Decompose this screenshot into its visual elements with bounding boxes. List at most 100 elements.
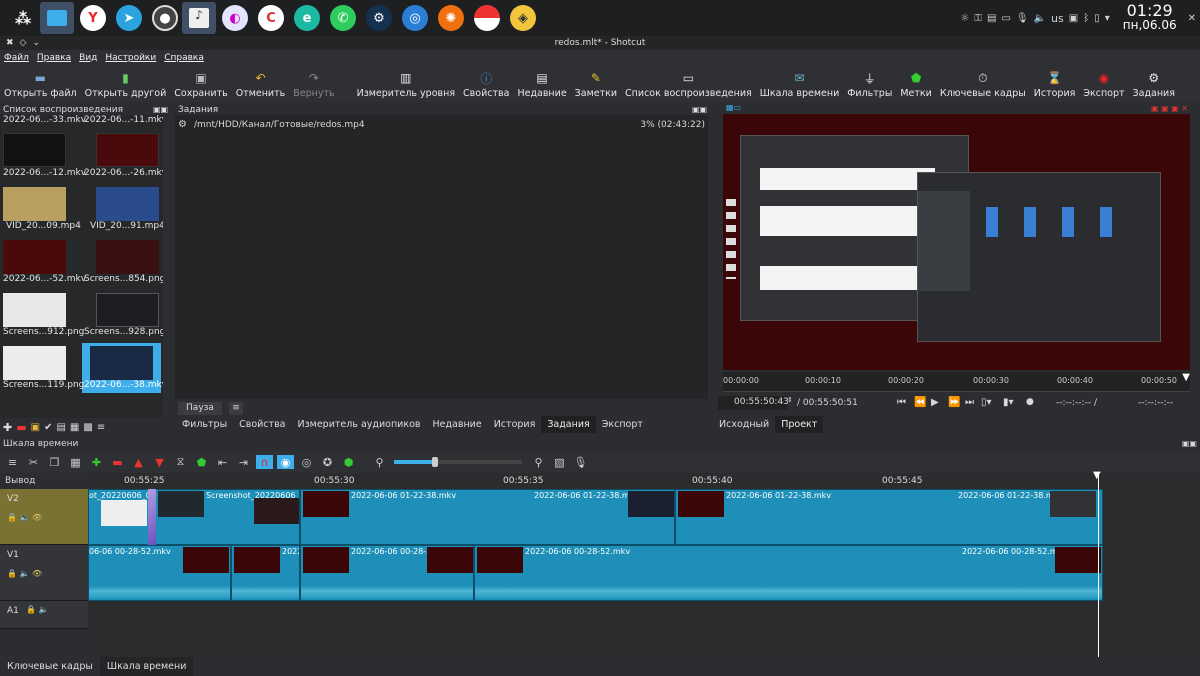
playlist-item-label[interactable]: Screens...854.png xyxy=(84,274,163,284)
ripple-icon[interactable]: ◎ xyxy=(298,455,315,469)
tab-properties[interactable]: Свойства xyxy=(233,416,291,433)
timeline-clip[interactable]: 06-06 00-28-52.mkv xyxy=(88,545,231,601)
properties-button[interactable]: ⓘ Свойства xyxy=(463,71,509,100)
playlist-item-label[interactable]: 2022-06...-52.mkv xyxy=(3,274,86,284)
ripple-markers-icon[interactable]: ⬢ xyxy=(340,455,357,469)
playlist-item-label[interactable]: 2022-06...-26.mkv xyxy=(84,168,163,178)
network-tool-icon[interactable]: ◎ xyxy=(402,5,428,31)
grid-icon[interactable]: ▦▭ xyxy=(726,103,741,112)
timeline-menu-icon[interactable]: ≡ xyxy=(4,455,21,469)
playlist-thumb[interactable] xyxy=(3,187,66,221)
play-icon[interactable]: ▶ xyxy=(931,397,939,408)
tray-expand-icon[interactable]: ▾ xyxy=(1105,13,1110,24)
keyframes-button[interactable]: ⏱ Ключевые кадры xyxy=(940,71,1026,100)
video-preview[interactable] xyxy=(723,114,1190,370)
taskbar-files-app[interactable] xyxy=(40,2,74,34)
snap-icon[interactable]: ∩ xyxy=(256,455,273,469)
jobs-dock-icon[interactable]: ▣▣ xyxy=(692,105,707,115)
overwrite-icon[interactable]: ▼ xyxy=(151,455,168,469)
network-icon[interactable]: ▣ xyxy=(1069,13,1078,24)
level-meter-button[interactable]: ▥ Измеритель уровня xyxy=(357,71,455,99)
timeline-playhead[interactable] xyxy=(1098,473,1099,657)
player-ruler[interactable]: 00:00:00 00:00:10 00:00:20 00:00:30 00:0… xyxy=(723,372,1190,392)
window-menu-icon[interactable]: ⌄ xyxy=(32,38,40,48)
skip-next-icon[interactable]: ⏭ xyxy=(965,397,974,408)
tab-keyframes[interactable]: Ключевые кадры xyxy=(0,657,100,676)
playlist-thumb[interactable] xyxy=(96,240,159,274)
filters-button[interactable]: ⏚ Фильтры xyxy=(847,71,892,100)
playhead-icon[interactable]: ▼ xyxy=(1182,372,1190,383)
track-header-v1[interactable]: V1 🔒 🔈 👁 xyxy=(0,545,88,601)
lift-icon[interactable]: ▲ xyxy=(130,455,147,469)
tab-audio-peak-meter[interactable]: Измеритель аудиопиков xyxy=(292,416,427,433)
tab-source[interactable]: Исходный xyxy=(713,416,775,433)
jobs-button[interactable]: ⚙ Задания xyxy=(1133,71,1175,99)
brightness-icon[interactable]: ☼ xyxy=(960,13,969,24)
krita-icon[interactable]: ◐ xyxy=(222,5,248,31)
playlist-thumb[interactable] xyxy=(3,293,66,327)
fast-forward-icon[interactable]: ⏩ xyxy=(948,397,960,408)
open-other-button[interactable]: ▮ Открыть другой xyxy=(85,71,167,99)
keyboard-layout[interactable]: us xyxy=(1051,12,1064,25)
timeline-clip[interactable]: 2022-06-06 01-22-38.mkv 2022-06-06 01-22-… xyxy=(300,489,675,545)
next-marker-icon[interactable]: ⇥ xyxy=(235,455,252,469)
playlist-button[interactable]: ▭ Список воспроизведения xyxy=(625,71,752,99)
paste-icon[interactable]: ▦ xyxy=(67,455,84,469)
playlist-item-label[interactable]: 2022-06...-33.mkv xyxy=(3,115,86,125)
playlist-item-label[interactable]: Screens...119.png xyxy=(3,380,84,390)
steam-icon[interactable]: ⚙ xyxy=(366,5,392,31)
menu-edit[interactable]: Правка xyxy=(37,53,71,63)
time-spinner-icon[interactable]: ⇕ xyxy=(787,396,793,404)
whatsapp-icon[interactable]: ✆ xyxy=(330,5,356,31)
job-path[interactable]: /mnt/HDD/Канал/Готовые/redos.mp4 xyxy=(194,120,365,130)
window-close-icon[interactable]: ✖ xyxy=(6,38,14,48)
clipboard-icon[interactable]: ▭ xyxy=(1001,13,1010,24)
current-time-field[interactable]: 00:55:50:43 xyxy=(718,396,789,410)
view-icons-icon[interactable]: ▩ xyxy=(83,422,92,433)
zoom-out-icon[interactable]: ⚲ xyxy=(371,455,388,469)
yandex-browser-icon[interactable]: Y xyxy=(80,5,106,31)
record-audio-icon[interactable]: 🎙 xyxy=(572,455,589,469)
tab-jobs[interactable]: Задания xyxy=(541,416,596,433)
telegram-icon[interactable]: ➤ xyxy=(116,5,142,31)
playlist-thumb[interactable] xyxy=(96,293,159,327)
track-header-v2[interactable]: V2 🔒 🔈 👁 xyxy=(0,489,88,545)
playlist-item-label[interactable]: VID_20...09.mp4 xyxy=(6,221,81,231)
previous-marker-icon[interactable]: ⇤ xyxy=(214,455,231,469)
timeline-clip[interactable]: ot_20220606_012 xyxy=(88,489,151,545)
close-desktop-icon[interactable]: ✕ xyxy=(1188,13,1196,24)
menu-settings[interactable]: Настройки xyxy=(105,53,156,63)
timeline-clip[interactable]: 2022-06-06 01-22-38.mkv 2022-06-06 01-22-… xyxy=(675,489,1103,545)
playlist-menu-icon[interactable]: ≡ xyxy=(97,422,105,433)
playlist-item-label[interactable]: Screens...928.png xyxy=(84,327,163,337)
timeline-dock-icon[interactable]: ▣▣ xyxy=(1182,439,1197,448)
playhead-marker-icon[interactable]: ▼ xyxy=(1093,470,1101,481)
transition-marker[interactable] xyxy=(148,489,156,545)
playlist-dock-icon[interactable]: ▣▣ xyxy=(153,105,168,115)
jobs-pause-button[interactable]: Пауза xyxy=(178,402,222,415)
playlist-thumb[interactable] xyxy=(90,346,153,380)
lock-icon[interactable]: ⚿ xyxy=(974,13,982,24)
rewind-icon[interactable]: ⏪ xyxy=(914,397,926,408)
playlist-thumb[interactable] xyxy=(96,187,159,221)
microsoft-edge-dev-icon[interactable]: e xyxy=(294,5,320,31)
add-icon[interactable]: ✚ xyxy=(3,421,12,434)
playlist-item-label[interactable]: VID_20...91.mp4 xyxy=(90,221,163,231)
zoom-fit-icon[interactable]: ▧ xyxy=(551,455,568,469)
timeline-clip[interactable]: 2022-06-06 00-28-52.mkv xyxy=(300,545,474,601)
timeline-clip[interactable]: 2022-06-06 00-28-52.mkv 2022-06-06 00-28-… xyxy=(474,545,1103,601)
split-icon[interactable]: ⧖ xyxy=(172,455,189,469)
check-icon[interactable]: ✔ xyxy=(44,422,52,433)
playlist-thumb[interactable] xyxy=(96,133,159,167)
playlist-item-label[interactable]: Screens...912.png xyxy=(3,327,84,337)
track-controls-icons[interactable]: 🔒 🔈 xyxy=(26,605,48,614)
menu-view[interactable]: Вид xyxy=(79,53,97,63)
volume-icon[interactable]: 🔈 xyxy=(1034,13,1046,24)
player-dock-icons[interactable]: ▣ ▣ ▣ ✕ xyxy=(1151,104,1188,113)
save-button[interactable]: ▣ Сохранить xyxy=(174,71,227,99)
jobs-menu-icon[interactable]: ≡ xyxy=(229,402,243,415)
zoom-in-icon[interactable]: ⚲ xyxy=(530,455,547,469)
clock[interactable]: 01:29 пн,06.06 xyxy=(1123,3,1177,33)
export-button[interactable]: ◉ Экспорт xyxy=(1083,71,1124,99)
taskbar-audio-app[interactable]: ♪ xyxy=(182,2,216,34)
